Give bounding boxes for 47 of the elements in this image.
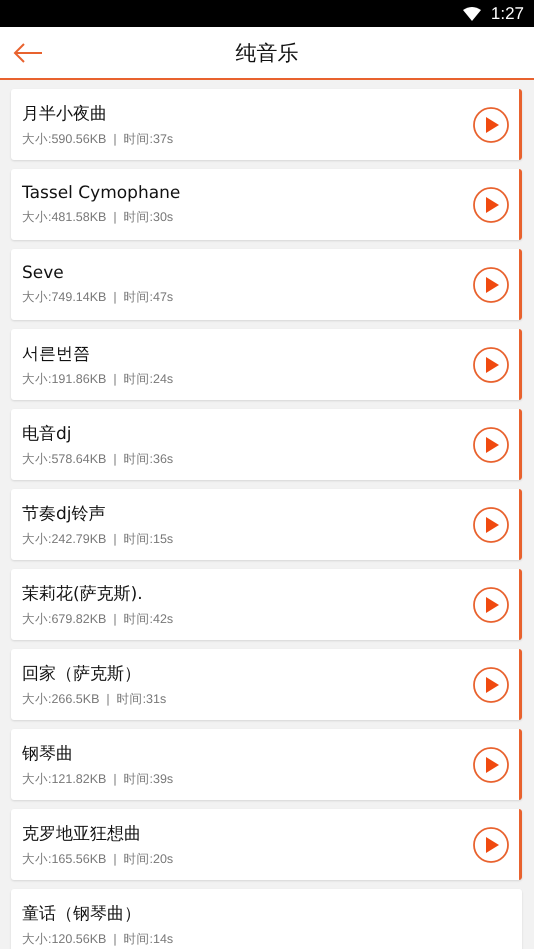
play-button[interactable] [472,586,510,624]
song-title: 서른번쯤 [22,342,91,364]
song-card[interactable]: 电音dj 大小:578.64KB | 时间:36s [11,409,522,480]
song-card[interactable]: 서른번쯤 大小:191.86KB | 时间:24s [11,329,522,400]
play-button[interactable] [472,346,510,384]
play-button[interactable] [472,106,510,144]
song-card[interactable]: 钢琴曲 大小:121.82KB | 时间:39s [11,729,522,800]
song-title: 童话（钢琴曲） [22,902,142,924]
song-info: 大小:165.56KB | 时间:20s [22,850,174,868]
song-card[interactable]: 克罗地亚狂想曲 大小:165.56KB | 时间:20s [11,809,522,880]
song-title: 茉莉花(萨克斯). [22,582,144,604]
song-info: 大小:578.64KB | 时间:36s [22,450,174,468]
song-title: Tassel Cymophane [22,183,182,203]
song-title: 月半小夜曲 [22,102,108,124]
play-button[interactable] [472,266,510,304]
play-button[interactable] [472,666,510,704]
song-info: 大小:481.58KB | 时间:30s [22,209,174,226]
song-info: 大小:121.82KB | 时间:39s [22,770,174,788]
song-title: 回家（萨克斯） [22,662,142,684]
song-info: 大小:242.79KB | 时间:15s [22,530,174,548]
song-title: Seve [22,263,65,283]
song-card[interactable]: 月半小夜曲 大小:590.56KB | 时间:37s [11,89,522,160]
play-button[interactable] [472,506,510,544]
song-info: 大小:191.86KB | 时间:24s [22,370,174,388]
page-title: 纯音乐 [236,40,298,66]
song-info: 大小:749.14KB | 时间:47s [22,289,174,306]
song-info: 大小:590.56KB | 时间:37s [22,130,174,148]
song-card[interactable]: 节奏dj铃声 大小:242.79KB | 时间:15s [11,489,522,560]
wifi-icon [462,6,481,20]
song-card[interactable]: 童话（钢琴曲） 大小:120.56KB | 时间:14s [11,889,522,949]
play-button[interactable] [472,746,510,784]
song-info: 大小:120.56KB | 时间:14s [22,930,174,948]
play-button[interactable] [472,186,510,224]
song-title: 钢琴曲 [22,742,74,764]
song-title: 电音dj [22,422,73,444]
song-info: 大小:679.82KB | 时间:42s [22,610,174,628]
play-button[interactable] [472,426,510,464]
back-arrow-icon [13,43,43,63]
play-button[interactable] [472,826,510,864]
song-title: 节奏dj铃声 [22,502,107,524]
song-card[interactable]: 回家（萨克斯） 大小:266.5KB | 时间:31s [11,649,522,720]
clock: 1:27 [490,4,524,24]
song-title: 克罗地亚狂想曲 [22,822,142,844]
song-card[interactable]: Seve 大小:749.14KB | 时间:47s [11,249,522,320]
song-card[interactable]: Tassel Cymophane 大小:481.58KB | 时间:30s [11,169,522,240]
song-card[interactable]: 茉莉花(萨克斯). 大小:679.82KB | 时间:42s [11,569,522,640]
song-info: 大小:266.5KB | 时间:31s [22,690,168,708]
